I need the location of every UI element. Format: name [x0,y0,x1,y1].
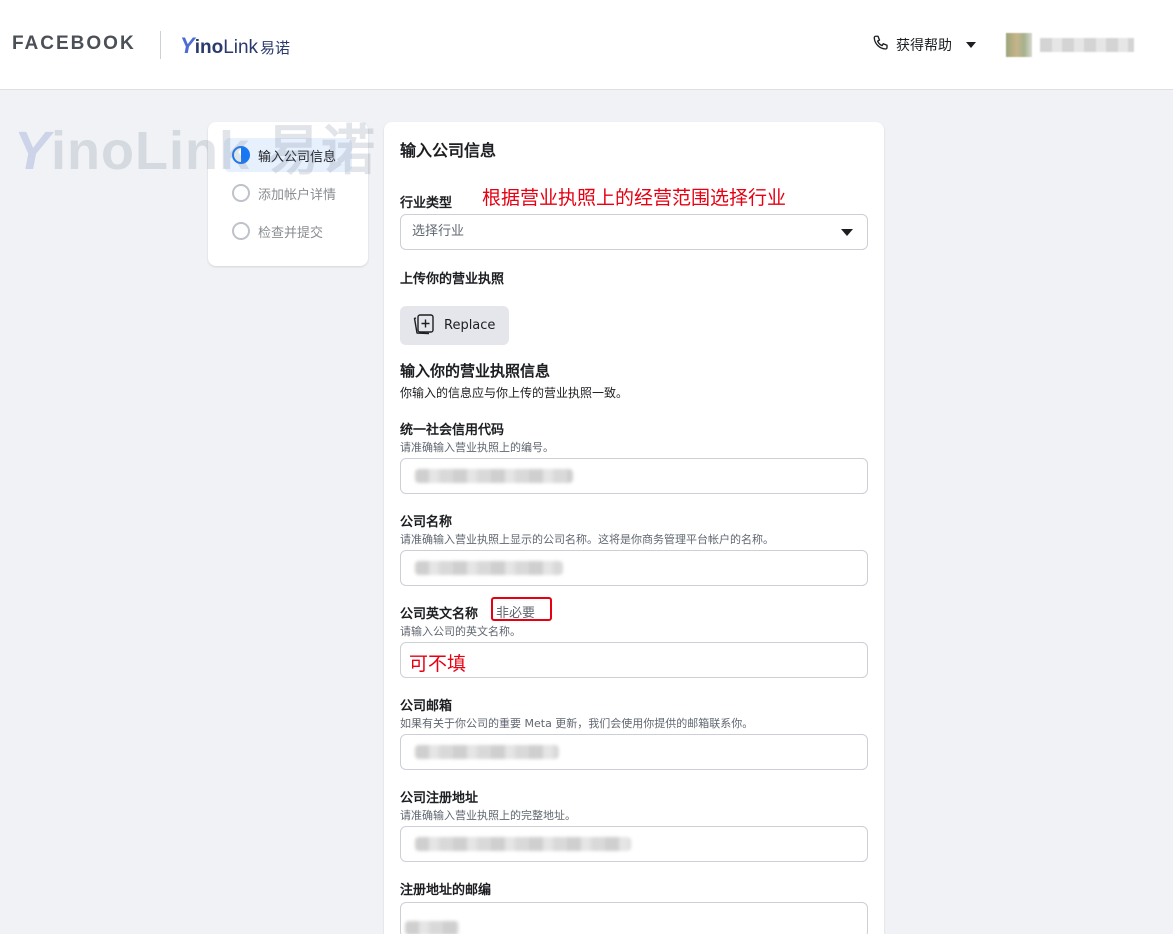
phone-icon [872,34,890,56]
facebook-logo: FACEBOOK [12,33,136,54]
postal-code-label: 注册地址的邮编 [400,883,492,898]
postal-code-input[interactable] [400,902,868,934]
step-progress-icon [232,146,250,164]
industry-annotation: 根据营业执照上的经营范围选择行业 [482,188,787,209]
redacted-value [405,921,459,934]
company-address-input[interactable] [400,826,868,862]
company-email-input[interactable] [400,734,868,770]
yinolink-logo-ino: ino [194,37,224,58]
step-circle-icon [232,184,250,202]
step-label: 输入公司信息 [258,149,337,165]
credit-code-label: 统一社会信用代码 [400,423,505,438]
replace-label: Replace [444,318,496,333]
industry-select-value: 选择行业 [412,224,465,239]
help-label: 获得帮助 [896,38,952,54]
redacted-value [415,837,631,851]
step-review-submit[interactable]: 检查并提交 [224,214,352,248]
step-company-info[interactable]: 输入公司信息 [224,138,352,172]
redacted-value [415,745,559,759]
english-name-input[interactable]: 可不填 [400,642,868,678]
english-name-label: 公司英文名称 [400,607,479,622]
step-label: 添加帐户详情 [258,187,337,203]
english-name-hint: 请输入公司的英文名称。 [400,625,521,638]
replace-license-button[interactable]: Replace [400,306,509,345]
company-email-label: 公司邮箱 [400,699,453,714]
upload-license-label: 上传你的营业执照 [400,272,505,287]
industry-select[interactable]: 选择行业 [400,214,868,250]
upload-image-icon [412,313,436,339]
company-name-hint: 请准确输入营业执照上显示的公司名称。这将是你商务管理平台帐户的名称。 [400,533,774,546]
optional-tag: 非必要 [496,606,536,621]
avatar [1006,33,1032,57]
redacted-value [415,469,573,483]
top-bar: FACEBOOK Y ino Link 易诺 获得帮助 [0,0,1173,90]
caret-down-icon [841,229,853,236]
form-title: 输入公司信息 [400,141,497,160]
company-address-hint: 请准确输入营业执照上的完整地址。 [400,809,576,822]
yinolink-logo-cn: 易诺 [260,40,291,57]
caret-down-icon [966,42,976,48]
english-name-annotation: 可不填 [409,654,467,675]
account-switcher[interactable] [1006,33,1134,57]
yinolink-logo: Y ino Link 易诺 [180,33,290,59]
step-circle-icon [232,222,250,240]
credit-code-input[interactable] [400,458,868,494]
company-info-form: 输入公司信息 行业类型 根据营业执照上的经营范围选择行业 选择行业 上传你的营业… [384,122,884,934]
steps-panel: 输入公司信息 添加帐户详情 检查并提交 [208,122,368,266]
company-email-hint: 如果有关于你公司的重要 Meta 更新，我们会使用你提供的邮箱联系你。 [400,717,754,730]
company-address-label: 公司注册地址 [400,791,479,806]
credit-code-hint: 请准确输入营业执照上的编号。 [400,441,554,454]
yinolink-logo-link: Link [223,37,259,58]
brand-divider [160,31,161,59]
watermark-y: Y [14,121,52,181]
license-section-subtitle: 你输入的信息应与你上传的营业执照一致。 [400,386,629,400]
redacted-value [415,561,563,575]
license-section-title: 输入你的营业执照信息 [400,362,551,380]
step-account-details[interactable]: 添加帐户详情 [224,176,352,210]
industry-label: 行业类型 [400,196,453,211]
account-name-redacted [1040,38,1134,52]
step-label: 检查并提交 [258,225,324,241]
yinolink-logo-y: Y [180,33,195,58]
help-menu-button[interactable]: 获得帮助 [872,34,976,56]
company-name-input[interactable] [400,550,868,586]
company-name-label: 公司名称 [400,515,453,530]
